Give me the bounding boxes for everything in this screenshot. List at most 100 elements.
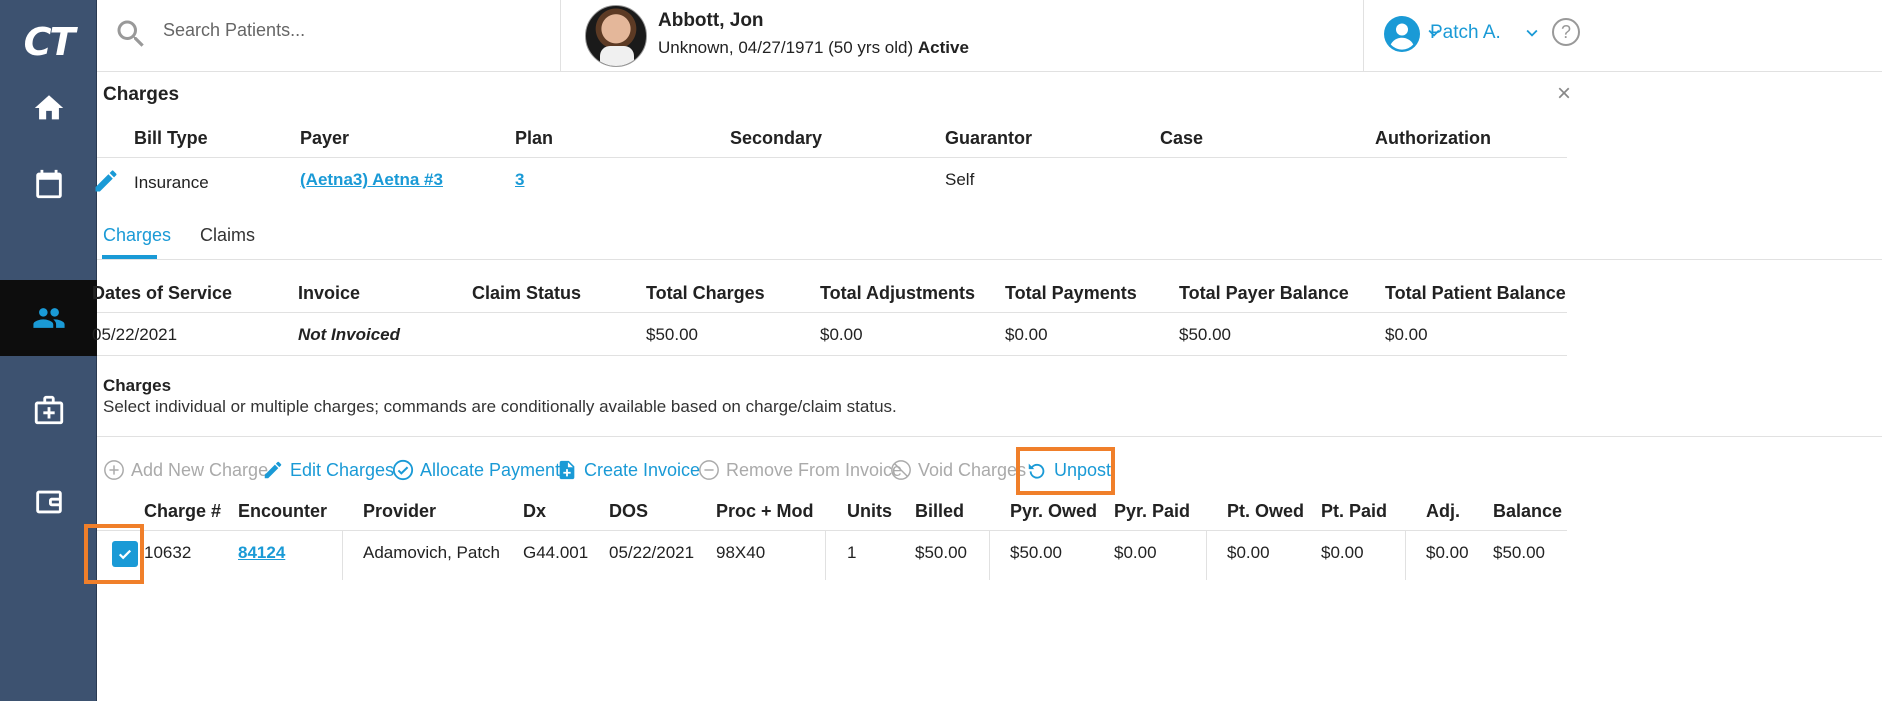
pyr-paid: $0.00 bbox=[1114, 543, 1157, 562]
col-total-charges: Total Charges bbox=[646, 283, 765, 303]
document-plus-icon bbox=[559, 460, 575, 480]
pencil-icon[interactable] bbox=[92, 167, 120, 195]
charge-no: 10632 bbox=[144, 543, 192, 562]
dx-code: G44.001 bbox=[523, 543, 589, 562]
proc-mod: 98X40 bbox=[716, 543, 766, 562]
guarantor-value: Self bbox=[945, 170, 975, 189]
divider bbox=[1405, 530, 1406, 580]
unpost-highlight bbox=[1016, 447, 1115, 495]
charges-section-title: Charges bbox=[103, 376, 172, 395]
col-pyr-paid: Pyr. Paid bbox=[1114, 501, 1191, 521]
col-total-payments: Total Payments bbox=[1005, 283, 1137, 303]
col-total-adjustments: Total Adjustments bbox=[820, 283, 976, 303]
provider: Adamovich, Patch bbox=[363, 543, 501, 562]
bill-type-value: Insurance bbox=[134, 173, 209, 192]
total-payments-value: $0.00 bbox=[1005, 325, 1048, 344]
invoice-status: Not Invoiced bbox=[298, 325, 401, 344]
checkmark-icon bbox=[118, 549, 132, 560]
wallet-icon bbox=[35, 490, 62, 514]
col-dates-of-service: Dates of Service bbox=[92, 283, 233, 303]
divider bbox=[97, 355, 1567, 356]
col-total-patient-balance: Total Patient Balance bbox=[1385, 283, 1566, 303]
divider bbox=[342, 530, 343, 580]
col-adj: Adj. bbox=[1426, 501, 1460, 521]
sidebar-item-home[interactable] bbox=[0, 70, 97, 146]
dates-of-service-value: 05/22/2021 bbox=[92, 325, 178, 344]
search-icon bbox=[117, 20, 144, 47]
encounter-link[interactable]: 84124 bbox=[238, 543, 285, 563]
check-circle-icon bbox=[392, 459, 414, 481]
col-authorization: Authorization bbox=[1375, 128, 1491, 148]
top-header: Abbott, Jon Unknown, 04/27/1971 (50 yrs … bbox=[97, 0, 1882, 72]
chevron-down-icon[interactable] bbox=[1521, 22, 1543, 44]
payer-link[interactable]: (Aetna3) Aetna #3 bbox=[300, 170, 443, 190]
sidebar-item-clinical[interactable] bbox=[0, 372, 97, 448]
add-new-charge-button[interactable]: Add New Charge bbox=[103, 459, 268, 481]
plus-circle-icon bbox=[104, 460, 124, 480]
close-icon[interactable]: × bbox=[1557, 80, 1571, 108]
user-menu[interactable]: Patch A. bbox=[1363, 0, 1583, 72]
col-proc-mod: Proc + Mod bbox=[716, 501, 814, 521]
col-bill-type: Bill Type bbox=[134, 128, 208, 148]
divider bbox=[989, 530, 990, 580]
edit-charges-button[interactable]: Edit Charges bbox=[262, 459, 394, 481]
ban-icon bbox=[891, 460, 911, 480]
total-adjustments-value: $0.00 bbox=[820, 325, 863, 344]
panel-title: Charges bbox=[103, 84, 180, 105]
dos: 05/22/2021 bbox=[609, 543, 695, 562]
tab-claims[interactable]: Claims bbox=[200, 225, 255, 246]
col-pt-owed: Pt. Owed bbox=[1227, 501, 1305, 521]
sidebar-item-schedule[interactable] bbox=[0, 146, 97, 222]
charges-description: Select individual or multiple charges; c… bbox=[103, 397, 897, 416]
total-payer-balance-value: $50.00 bbox=[1179, 325, 1231, 344]
patient-avatar bbox=[585, 5, 647, 67]
sidebar-item-patients[interactable] bbox=[0, 280, 97, 356]
col-payer: Payer bbox=[300, 128, 350, 148]
sidebar-item-billing[interactable] bbox=[0, 464, 97, 540]
tab-charges[interactable]: Charges bbox=[103, 225, 171, 246]
col-case: Case bbox=[1160, 128, 1204, 148]
pt-owed: $0.00 bbox=[1227, 543, 1270, 562]
pencil-icon bbox=[264, 461, 282, 479]
col-invoice: Invoice bbox=[298, 283, 361, 303]
col-secondary: Secondary bbox=[730, 128, 823, 148]
people-icon bbox=[32, 308, 65, 328]
medical-kit-icon bbox=[34, 395, 63, 425]
calendar-icon bbox=[35, 169, 62, 199]
balance: $50.00 bbox=[1493, 543, 1545, 562]
help-icon[interactable]: ? bbox=[1552, 18, 1580, 46]
charges-toolbar: Add New Charge Edit Charges Allocate Pay… bbox=[97, 436, 1882, 506]
left-sidebar: CT bbox=[0, 0, 97, 701]
total-charges-value: $50.00 bbox=[646, 325, 698, 344]
patient-info: Unknown, 04/27/1971 (50 yrs old) Active bbox=[658, 38, 969, 57]
col-units: Units bbox=[847, 501, 892, 521]
pt-paid: $0.00 bbox=[1321, 543, 1364, 562]
units: 1 bbox=[847, 543, 857, 562]
adj: $0.00 bbox=[1426, 543, 1469, 562]
divider bbox=[97, 530, 1567, 531]
total-patient-balance-value: $0.00 bbox=[1385, 325, 1428, 344]
col-guarantor: Guarantor bbox=[945, 128, 1033, 148]
col-pt-paid: Pt. Paid bbox=[1321, 501, 1388, 521]
allocate-payment-button[interactable]: Allocate Payment bbox=[392, 459, 560, 481]
plan-link[interactable]: 3 bbox=[515, 170, 524, 190]
minus-circle-icon bbox=[699, 460, 719, 480]
search-input[interactable] bbox=[163, 20, 543, 41]
col-total-payer-balance: Total Payer Balance bbox=[1179, 283, 1349, 303]
void-charges-button[interactable]: Void Charges bbox=[890, 459, 1026, 481]
row-select-checkbox[interactable] bbox=[112, 541, 138, 567]
remove-from-invoice-button[interactable]: Remove From Invoice bbox=[698, 459, 902, 481]
divider bbox=[97, 312, 1567, 313]
col-encounter: Encounter bbox=[238, 501, 328, 521]
col-balance: Balance bbox=[1493, 501, 1563, 521]
user-avatar-icon bbox=[1384, 16, 1420, 52]
home-icon bbox=[34, 95, 63, 120]
col-dos: DOS bbox=[609, 501, 649, 521]
divider bbox=[825, 530, 826, 580]
user-name: Patch A. bbox=[1430, 22, 1501, 43]
col-plan: Plan bbox=[515, 128, 554, 148]
col-pyr-owed: Pyr. Owed bbox=[1010, 501, 1098, 521]
divider bbox=[1206, 530, 1207, 580]
create-invoice-button[interactable]: Create Invoice bbox=[556, 459, 700, 481]
charges-tabs: Charges Claims bbox=[97, 203, 1882, 260]
